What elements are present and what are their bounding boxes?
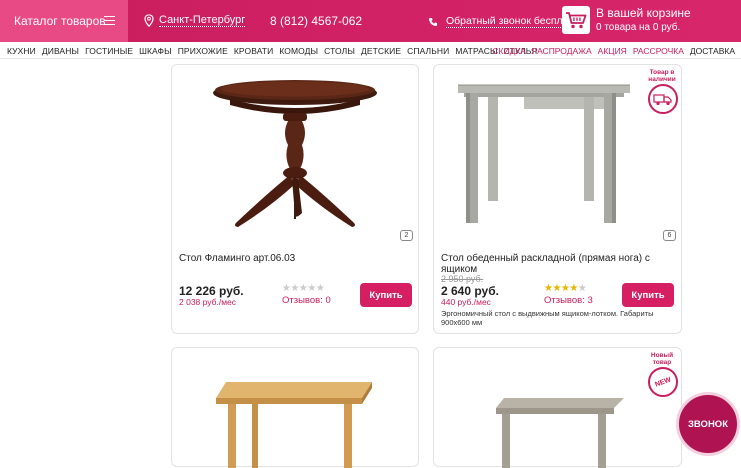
product-image[interactable] [210, 73, 380, 233]
product-price: 12 226 руб. [179, 284, 244, 298]
call-me-button[interactable]: ЗВОНОК [676, 392, 740, 456]
menu-item-beds[interactable]: КРОВАТИ [234, 46, 273, 56]
cart-title: В вашей корзине [596, 6, 691, 20]
image-count-badge: 6 [663, 230, 676, 241]
rating-stars: ★★★★★ [544, 283, 587, 294]
delivery-truck-icon [653, 94, 672, 106]
city-selector[interactable]: Санкт-Петербург [144, 14, 246, 27]
menu-icon [104, 16, 115, 25]
menu-item-bedrooms[interactable]: СПАЛЬНИ [407, 46, 449, 56]
catalog-button[interactable]: Каталог товаров [0, 0, 128, 42]
category-links: КУХНИ ДИВАНЫ ГОСТИНЫЕ ШКАФЫ ПРИХОЖИЕ КРО… [7, 46, 543, 56]
product-image[interactable] [212, 368, 382, 468]
monthly-payment: 2 038 руб./мес [179, 297, 237, 307]
product-description: Эргономичный стол с выдвижным ящиком-лот… [441, 309, 654, 327]
menu-item-living-rooms[interactable]: ГОСТИНЫЕ [85, 46, 133, 56]
menu-item-delivery[interactable]: ДОСТАВКА [690, 46, 735, 56]
cart-widget[interactable]: В вашей корзине 0 товара на 0 руб. [562, 6, 691, 35]
image-count-badge: 2 [400, 230, 413, 241]
product-image[interactable] [454, 79, 634, 229]
menu-item-tables[interactable]: СТОЛЫ [324, 46, 355, 56]
location-pin-icon [144, 14, 154, 27]
category-menu: КУХНИ ДИВАНЫ ГОСТИНЫЕ ШКАФЫ ПРИХОЖИЕ КРО… [0, 42, 741, 59]
in-stock-badge [648, 84, 678, 114]
menu-item-wardrobes[interactable]: ШКАФЫ [139, 46, 172, 56]
product-image[interactable] [494, 388, 634, 468]
product-card[interactable]: 2 Стол Фламинго арт.06.03 12 226 руб. 2 … [171, 64, 419, 334]
new-icon: NEW [654, 375, 672, 389]
catalog-label: Каталог товаров [14, 14, 106, 28]
product-title[interactable]: Стол Фламинго арт.06.03 [179, 253, 409, 264]
phone-icon [429, 17, 437, 26]
menu-item-hallways[interactable]: ПРИХОЖИЕ [178, 46, 228, 56]
menu-item-discount[interactable]: СКИДКА [492, 46, 526, 56]
product-card[interactable]: Новый товар NEW [433, 347, 682, 468]
cart-icon [562, 6, 590, 34]
buy-button[interactable]: Купить [360, 283, 412, 307]
menu-item-sale[interactable]: РАСПРОДАЖА [532, 46, 592, 56]
phone-number[interactable]: 8 (812) 4567-062 [270, 14, 362, 28]
menu-item-sofas[interactable]: ДИВАНЫ [42, 46, 79, 56]
rating-stars: ★★★★★ [282, 283, 325, 294]
product-card[interactable]: Товар в наличии 6 Стол обеденный расклад… [433, 64, 682, 334]
in-stock-label: Товар в наличии [648, 69, 676, 83]
product-card[interactable] [171, 347, 419, 468]
buy-button[interactable]: Купить [622, 283, 674, 307]
reviews-count[interactable]: Отзывов: 3 [544, 295, 593, 306]
monthly-payment: 440 руб./мес [441, 297, 491, 307]
header-bar: Каталог товаров Санкт-Петербург 8 (812) … [0, 0, 741, 42]
cart-summary: 0 товара на 0 руб. [596, 22, 681, 33]
product-title[interactable]: Стол обеденный раскладной (прямая нога) … [441, 253, 676, 275]
menu-item-promo[interactable]: АКЦИЯ [598, 46, 627, 56]
promo-links: СКИДКА РАСПРОДАЖА АКЦИЯ РАССРОЧКА ДОСТАВ… [486, 46, 735, 56]
menu-item-dressers[interactable]: КОМОДЫ [279, 46, 318, 56]
new-item-label: Новый товар [650, 352, 674, 366]
new-item-badge: NEW [648, 367, 678, 397]
old-price: 2 950 руб. [441, 274, 484, 284]
menu-item-kitchens[interactable]: КУХНИ [7, 46, 36, 56]
product-price: 2 640 руб. [441, 284, 499, 298]
reviews-count[interactable]: Отзывов: 0 [282, 295, 331, 306]
menu-item-installment[interactable]: РАССРОЧКА [633, 46, 684, 56]
menu-item-kids[interactable]: ДЕТСКИЕ [361, 46, 401, 56]
city-label: Санкт-Петербург [159, 14, 246, 27]
